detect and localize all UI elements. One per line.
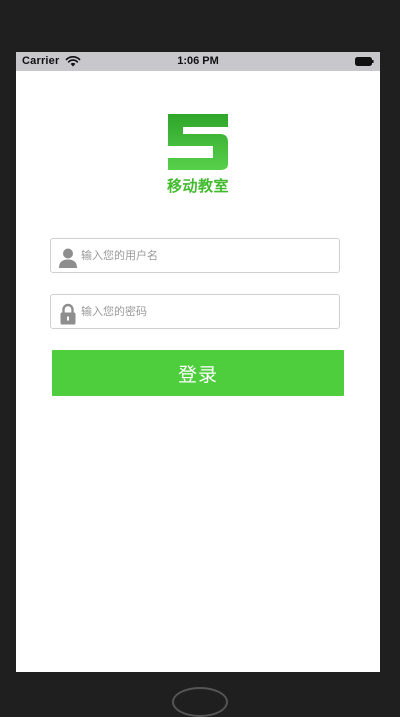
user-icon [59, 248, 77, 268]
username-field[interactable] [50, 238, 340, 273]
five-logo-icon [168, 114, 228, 170]
app-name: 移动教室 [166, 177, 229, 195]
login-button[interactable]: 登录 [52, 350, 344, 396]
battery-icon [355, 57, 374, 66]
app-logo: 移动教室 [16, 112, 380, 196]
app-screen: Carrier 1:06 PM 移动教室 输入您的用户名 登录 [16, 52, 380, 672]
status-time: 1:06 PM [177, 55, 219, 67]
device-frame: Carrier 1:06 PM 移动教室 输入您的用户名 登录 [0, 0, 400, 717]
password-input[interactable] [81, 295, 331, 328]
password-field[interactable] [50, 294, 340, 329]
lock-icon [60, 303, 76, 325]
home-button[interactable] [172, 687, 228, 717]
username-input[interactable] [81, 239, 331, 272]
status-bar: Carrier 1:06 PM [16, 52, 380, 71]
